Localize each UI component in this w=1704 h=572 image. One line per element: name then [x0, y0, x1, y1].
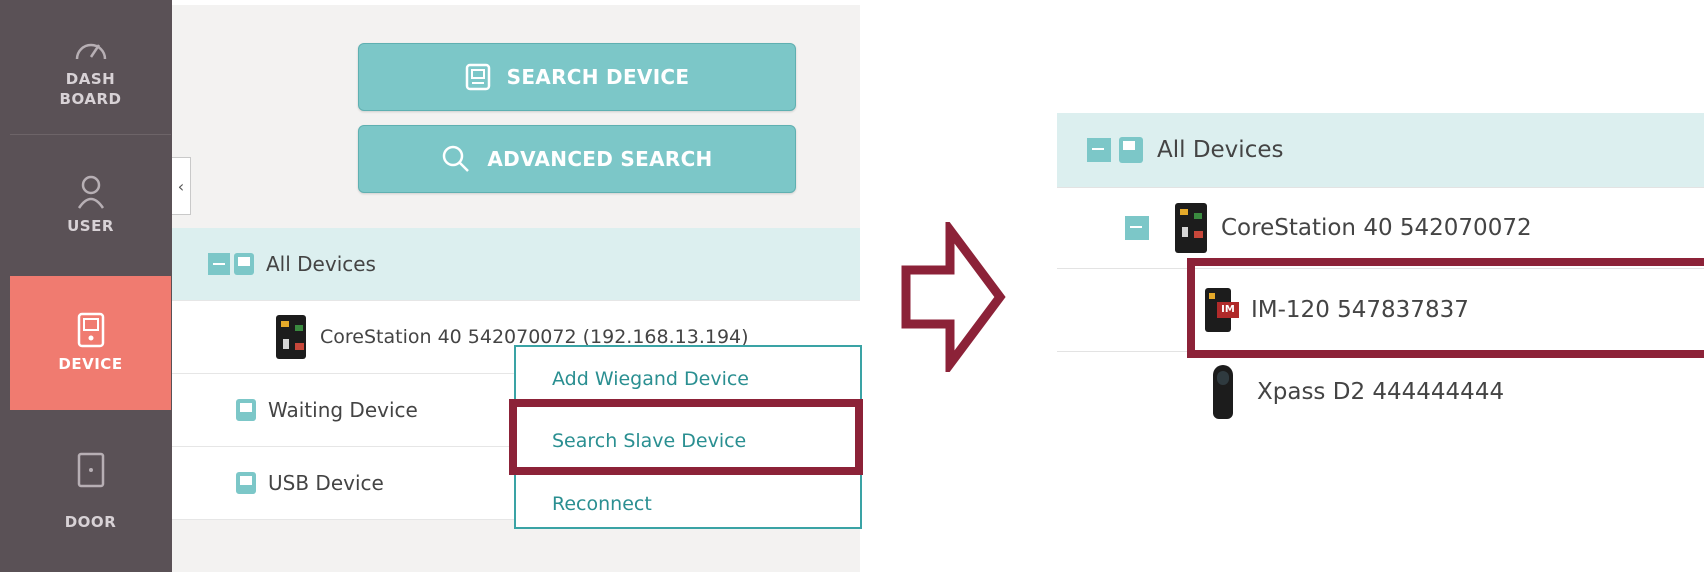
search-device-button[interactable]: SEARCH DEVICE — [358, 43, 796, 111]
sidebar-item-door[interactable]: DOOR — [10, 412, 171, 572]
door-icon — [77, 452, 104, 488]
collapse-icon[interactable] — [208, 253, 230, 275]
menu-item-add-wiegand-device[interactable]: Add Wiegand Device — [552, 368, 749, 390]
device-group-icon — [234, 253, 254, 275]
tree-item-label: Xpass D2 444444444 — [1257, 379, 1505, 405]
device-icon — [77, 312, 104, 348]
sidebar-item-dashboard[interactable]: DASH BOARD — [10, 8, 171, 134]
collapse-icon[interactable] — [1125, 216, 1149, 240]
sidebar-item-label: BOARD — [59, 90, 122, 108]
tree-item-label: CoreStation 40 542070072 — [1221, 215, 1532, 241]
highlight-box — [509, 399, 863, 475]
collapse-panel-button[interactable]: ‹ — [172, 157, 191, 215]
sidebar-item-user[interactable]: USER — [10, 136, 171, 274]
chevron-left-icon: ‹ — [177, 176, 185, 196]
corestation-device-icon — [1175, 203, 1207, 253]
device-search-icon — [465, 63, 490, 91]
result-tree-item-all-devices[interactable]: All Devices — [1057, 113, 1704, 188]
collapse-icon[interactable] — [1087, 138, 1111, 162]
sidebar-nav: DASH BOARD USER DEVICE DOOR — [0, 0, 172, 572]
sidebar-item-device[interactable]: DEVICE — [10, 276, 171, 410]
highlight-box — [1187, 258, 1704, 358]
sidebar-item-label: DASH — [65, 70, 116, 88]
divider — [10, 134, 171, 135]
tree-item-label: All Devices — [1157, 137, 1284, 163]
result-tree-item-xpass[interactable]: Xpass D2 444444444 — [1057, 352, 1704, 432]
user-icon — [77, 175, 104, 209]
menu-item-reconnect[interactable]: Reconnect — [552, 493, 652, 515]
usb-device-icon — [236, 472, 256, 494]
result-tree-item-corestation[interactable]: CoreStation 40 542070072 — [1057, 188, 1704, 269]
search-icon — [443, 145, 470, 172]
sidebar-item-label: DEVICE — [58, 355, 123, 373]
sidebar-item-label: DOOR — [64, 513, 117, 531]
device-group-icon — [1119, 137, 1143, 163]
corestation-device-icon — [276, 315, 306, 359]
advanced-search-button[interactable]: ADVANCED SEARCH — [358, 125, 796, 193]
sidebar-item-label: USER — [67, 217, 114, 235]
arrow-right-icon — [901, 222, 1006, 372]
tree-item-label: All Devices — [266, 252, 376, 276]
advanced-search-label: ADVANCED SEARCH — [487, 147, 713, 171]
search-device-label: SEARCH DEVICE — [506, 65, 690, 89]
xpass-device-icon — [1213, 365, 1233, 419]
speedometer-icon — [75, 43, 106, 60]
tree-item-label: USB Device — [268, 471, 384, 495]
tree-item-all-devices[interactable]: All Devices — [172, 228, 860, 301]
tree-item-label: Waiting Device — [268, 398, 418, 422]
device-icon — [236, 399, 256, 421]
